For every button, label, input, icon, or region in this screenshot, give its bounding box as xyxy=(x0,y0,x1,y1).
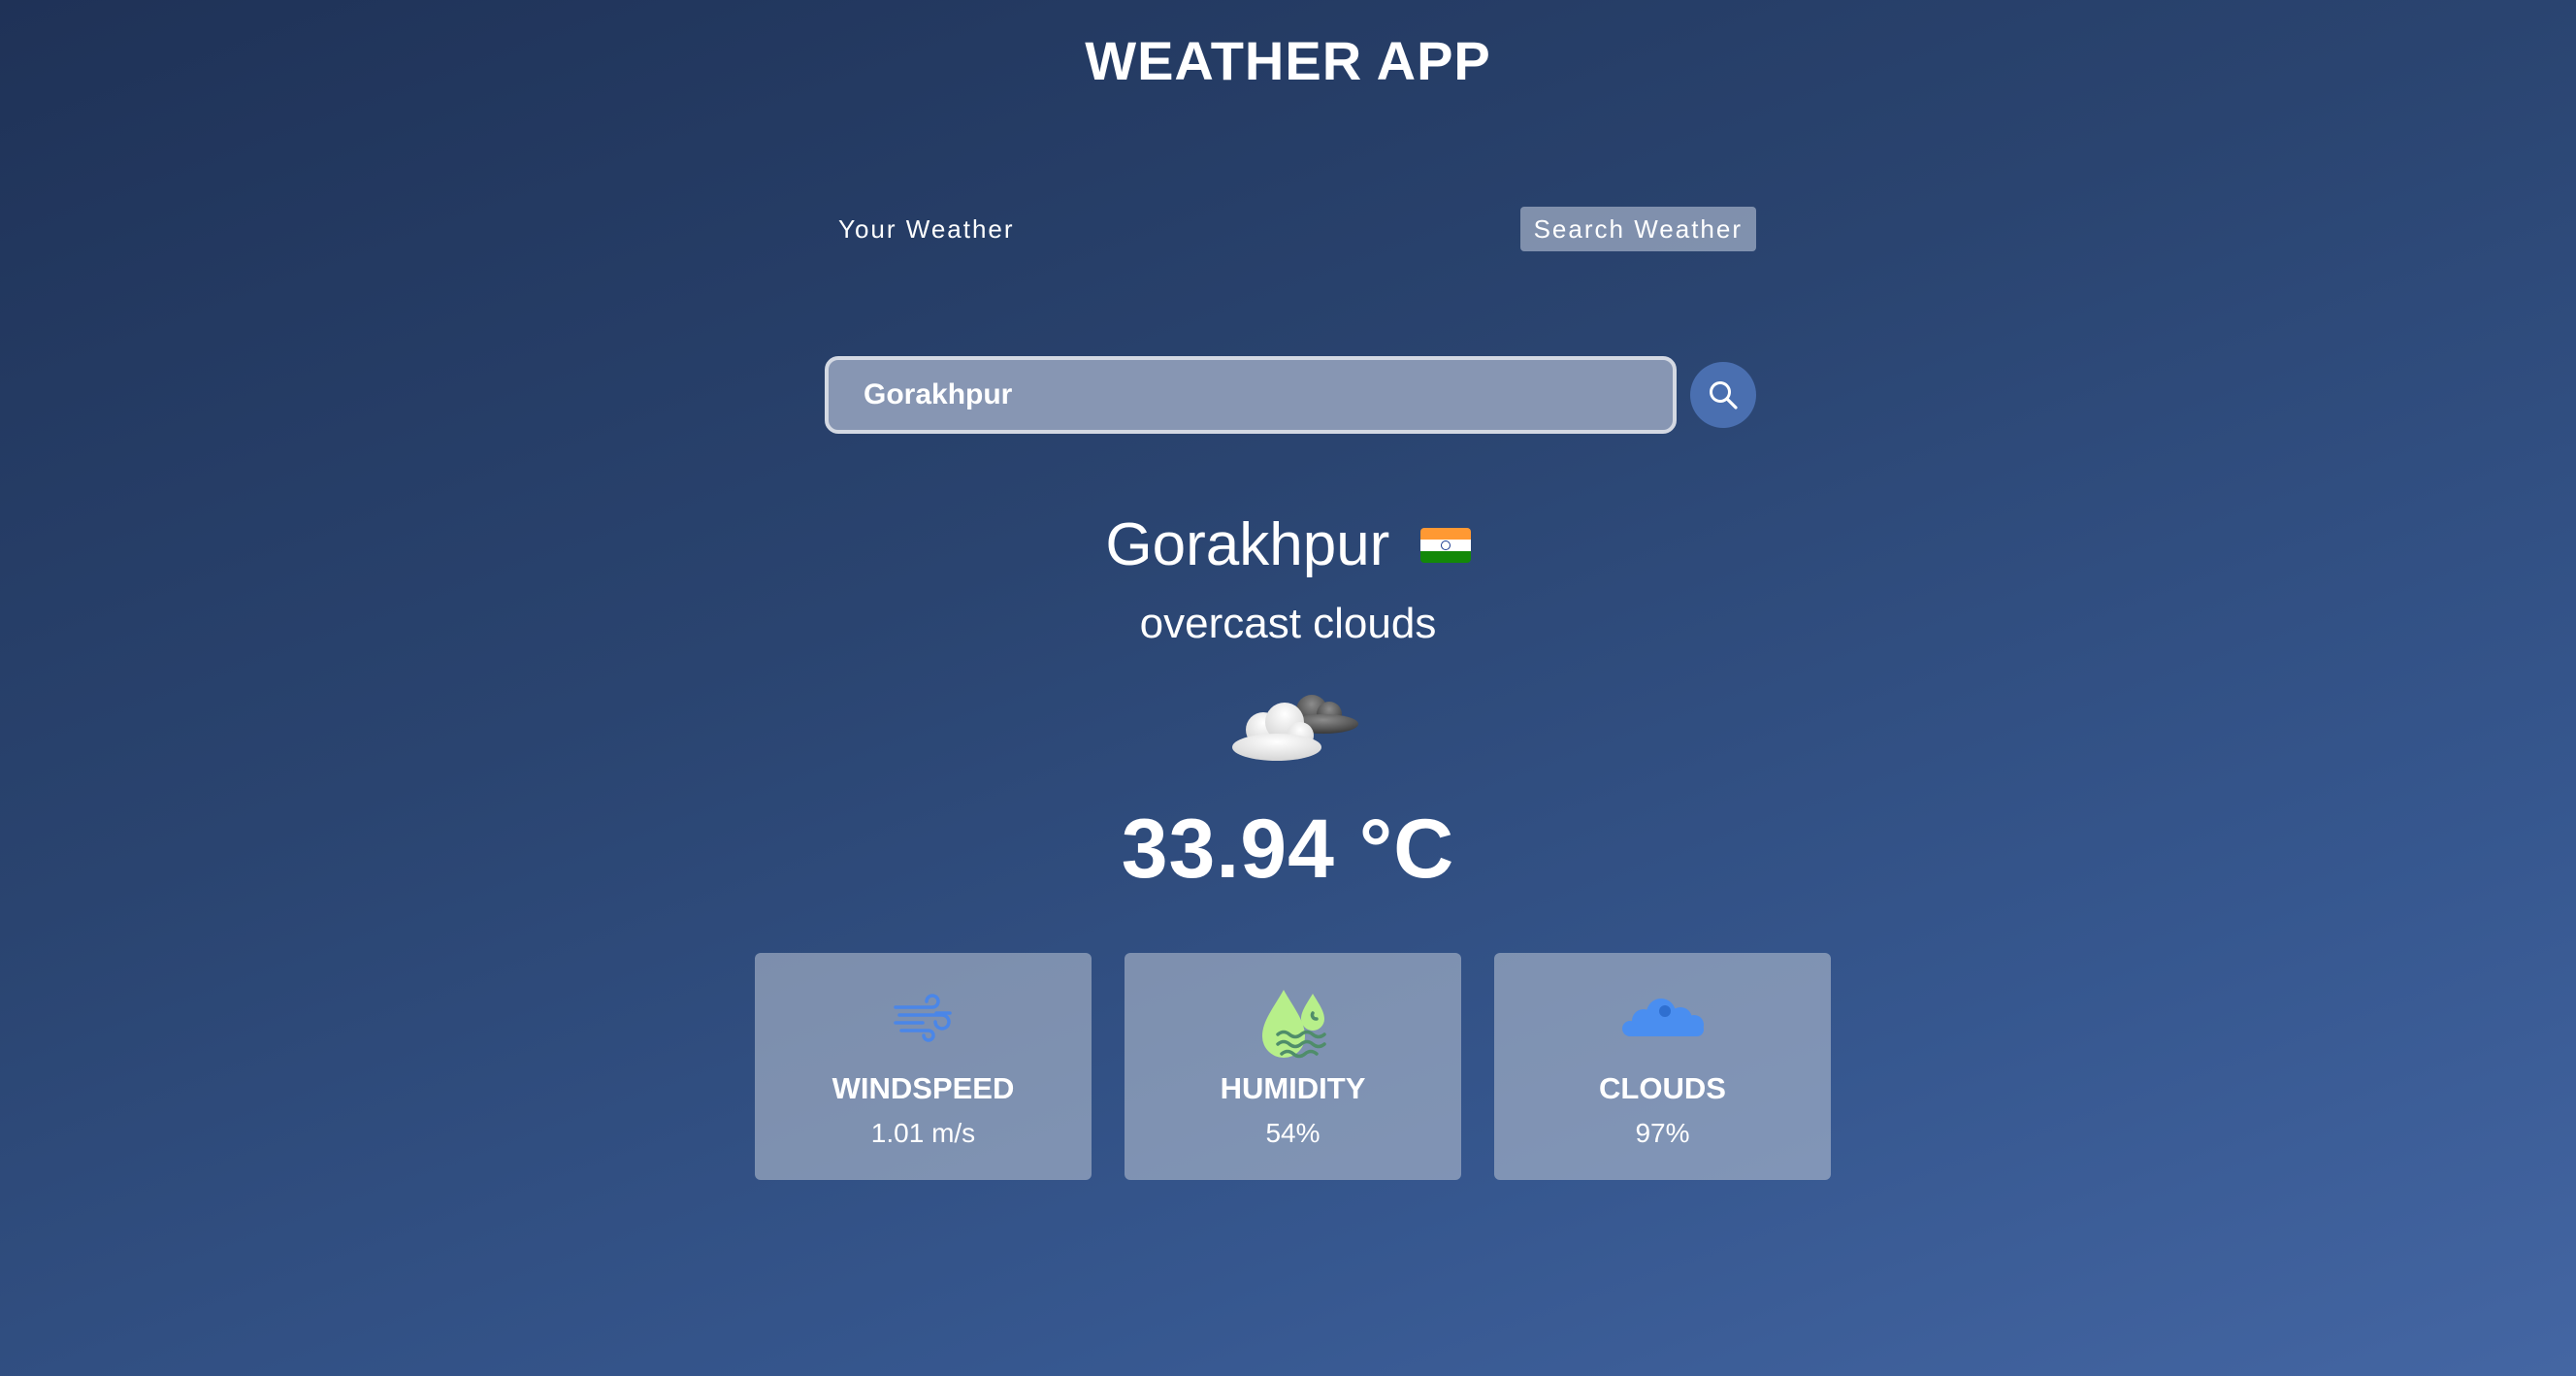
search-icon xyxy=(1710,381,1738,410)
wind-icon xyxy=(893,994,952,1042)
temperature-value: 33.94 °C xyxy=(1121,803,1455,896)
tab-bar: Your Weather Search Weather xyxy=(825,204,1756,254)
stat-card-windspeed: WINDSPEED 1.01 m/s xyxy=(755,953,1092,1180)
search-input[interactable] xyxy=(825,356,1677,434)
stat-card-humidity: HUMIDITY 54% xyxy=(1125,953,1461,1180)
stat-label: WINDSPEED xyxy=(831,1071,1015,1105)
cloud-icon xyxy=(1621,999,1704,1036)
search-form xyxy=(825,356,1756,434)
weather-description: overcast clouds xyxy=(1139,600,1437,647)
stat-value: 97% xyxy=(1635,1118,1690,1148)
stat-label: HUMIDITY xyxy=(1220,1071,1366,1105)
overcast-clouds-icon xyxy=(1224,679,1360,772)
india-flag-icon xyxy=(1419,527,1471,563)
stat-value: 54% xyxy=(1265,1118,1321,1148)
app-title: WEATHER APP xyxy=(1085,30,1491,91)
city-name: Gorakhpur xyxy=(1105,511,1390,579)
stat-card-clouds: CLOUDS 97% xyxy=(1494,953,1831,1180)
search-button[interactable] xyxy=(1690,362,1756,428)
stat-value: 1.01 m/s xyxy=(870,1118,976,1148)
humidity-icon xyxy=(1261,990,1326,1059)
city-heading: Gorakhpur xyxy=(0,507,2576,580)
stat-label: CLOUDS xyxy=(1599,1071,1726,1105)
tab-your-weather[interactable]: Your Weather xyxy=(825,207,1028,251)
tab-search-weather[interactable]: Search Weather xyxy=(1519,207,1756,251)
